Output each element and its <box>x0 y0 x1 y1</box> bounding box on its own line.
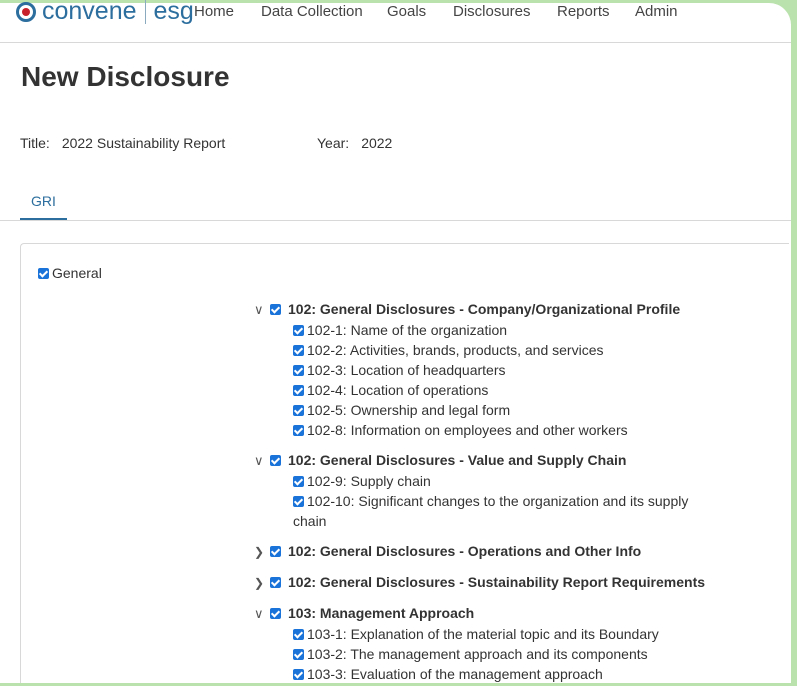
group-children: 102-1: Name of the organization 102-2: Ac… <box>254 320 703 440</box>
disclosure-item[interactable]: 102-10: Significant changes to the organ… <box>293 491 703 531</box>
general-checkbox[interactable]: General <box>38 265 102 281</box>
logo-text-esg: esg <box>153 0 194 25</box>
checkbox-checked-icon[interactable] <box>293 669 304 680</box>
title-label: Title: <box>20 135 50 151</box>
tab-divider <box>0 220 791 221</box>
logo-text: convene <box>42 0 137 25</box>
general-label: General <box>52 265 102 281</box>
disclosure-label: 102-8: Information on employees and othe… <box>307 422 628 438</box>
nav-reports[interactable]: Reports <box>557 3 610 20</box>
disclosure-label: 103-1: Explanation of the material topic… <box>307 626 659 642</box>
group-label: 103: Management Approach <box>288 605 475 621</box>
checkbox-checked-icon[interactable] <box>293 345 304 356</box>
group-header[interactable]: ❯ 102: General Disclosures - Operations a… <box>254 541 714 562</box>
disclosure-tree: ∨ 102: General Disclosures - Company/Orga… <box>254 299 714 684</box>
checkbox-checked-icon[interactable] <box>293 496 304 507</box>
disclosure-item[interactable]: 103-1: Explanation of the material topic… <box>293 624 703 644</box>
checkbox-checked-icon[interactable] <box>270 546 281 557</box>
disclosure-item[interactable]: 102-9: Supply chain <box>293 471 703 491</box>
disclosure-label: 103-2: The management approach and its c… <box>307 646 648 662</box>
tab-gri[interactable]: GRI <box>20 193 67 220</box>
group-label: 102: General Disclosures - Value and Sup… <box>288 452 627 468</box>
checkbox-checked-icon[interactable] <box>293 385 304 396</box>
checkbox-checked-icon[interactable] <box>293 405 304 416</box>
page-title: New Disclosure <box>21 61 230 92</box>
group-header[interactable]: ∨ 102: General Disclosures - Company/Orga… <box>254 299 714 320</box>
logo-icon <box>16 1 36 22</box>
nav-data-collection[interactable]: Data Collection <box>261 3 363 20</box>
year-label: Year: <box>317 135 350 151</box>
nav-admin[interactable]: Admin <box>635 3 678 20</box>
disclosure-label: 102-10: Significant changes to the organ… <box>293 493 689 529</box>
chevron-down-icon[interactable]: ∨ <box>254 451 270 471</box>
disclosure-label: 102-9: Supply chain <box>307 473 431 489</box>
year-value: 2022 <box>361 135 393 151</box>
disclosure-item[interactable]: 102-4: Location of operations <box>293 380 703 400</box>
disclosure-item[interactable]: 102-5: Ownership and legal form <box>293 400 703 420</box>
disclosure-label: 102-2: Activities, brands, products, and… <box>307 342 604 358</box>
chevron-right-icon[interactable]: ❯ <box>254 542 268 562</box>
tree-group: ❯ 102: General Disclosures - Sustainabili… <box>254 572 714 593</box>
group-label: 102: General Disclosures - Sustainabilit… <box>288 574 706 590</box>
checkbox-checked-icon[interactable] <box>270 577 281 588</box>
group-label: 102: General Disclosures - Operations an… <box>288 543 642 559</box>
disclosure-item[interactable]: 102-2: Activities, brands, products, and… <box>293 340 703 360</box>
group-header[interactable]: ∨ 102: General Disclosures - Value and Su… <box>254 450 714 471</box>
checkbox-checked-icon[interactable] <box>293 629 304 640</box>
top-nav: convene esg Home Data Collection Goals D… <box>0 0 791 43</box>
disclosure-item[interactable]: 103-2: The management approach and its c… <box>293 644 703 664</box>
logo[interactable]: convene esg <box>16 0 194 26</box>
disclosure-label: 102-1: Name of the organization <box>307 322 508 338</box>
disclosure-label: 102-3: Location of headquarters <box>307 362 506 378</box>
nav-goals[interactable]: Goals <box>387 3 426 20</box>
checkbox-checked-icon[interactable] <box>38 268 49 279</box>
disclosure-item[interactable]: 102-1: Name of the organization <box>293 320 703 340</box>
checkbox-checked-icon[interactable] <box>293 649 304 660</box>
checkbox-checked-icon[interactable] <box>293 325 304 336</box>
checkbox-checked-icon[interactable] <box>270 608 281 619</box>
disclosure-label: 103-3: Evaluation of the management appr… <box>307 666 603 682</box>
chevron-down-icon[interactable]: ∨ <box>254 300 270 320</box>
logo-divider <box>144 0 146 24</box>
tree-group: ∨ 102: General Disclosures - Company/Orga… <box>254 299 714 440</box>
disclosure-item[interactable]: 102-3: Location of headquarters <box>293 360 703 380</box>
checkbox-checked-icon[interactable] <box>293 365 304 376</box>
checkbox-checked-icon[interactable] <box>270 455 281 466</box>
tree-group: ❯ 102: General Disclosures - Operations a… <box>254 541 714 562</box>
checkbox-checked-icon[interactable] <box>293 425 304 436</box>
tree-group: ∨ 102: General Disclosures - Value and Su… <box>254 450 714 531</box>
nav-home[interactable]: Home <box>194 3 234 20</box>
group-header[interactable]: ∨ 103: Management Approach <box>254 603 714 624</box>
group-children: 103-1: Explanation of the material topic… <box>254 624 703 684</box>
title-value: 2022 Sustainability Report <box>61 135 226 151</box>
app-window: convene esg Home Data Collection Goals D… <box>0 0 791 684</box>
title-field: Title: 2022 Sustainability Report <box>20 135 225 151</box>
year-field: Year: 2022 <box>317 135 392 151</box>
group-label: 102: General Disclosures - Company/Organ… <box>288 301 681 317</box>
group-header[interactable]: ❯ 102: General Disclosures - Sustainabili… <box>254 572 714 593</box>
disclosure-item[interactable]: 102-8: Information on employees and othe… <box>293 420 703 440</box>
group-children: 102-9: Supply chain 102-10: Significant c… <box>254 471 703 531</box>
chevron-down-icon[interactable]: ∨ <box>254 604 270 624</box>
chevron-right-icon[interactable]: ❯ <box>254 573 268 593</box>
checkbox-checked-icon[interactable] <box>293 476 304 487</box>
disclosure-label: 102-4: Location of operations <box>307 382 489 398</box>
tree-group: ∨ 103: Management Approach 103-1: Explanat… <box>254 603 714 684</box>
disclosure-item[interactable]: 103-3: Evaluation of the management appr… <box>293 664 703 684</box>
checkbox-checked-icon[interactable] <box>270 304 281 315</box>
disclosure-label: 102-5: Ownership and legal form <box>307 402 511 418</box>
nav-disclosures[interactable]: Disclosures <box>453 3 531 20</box>
